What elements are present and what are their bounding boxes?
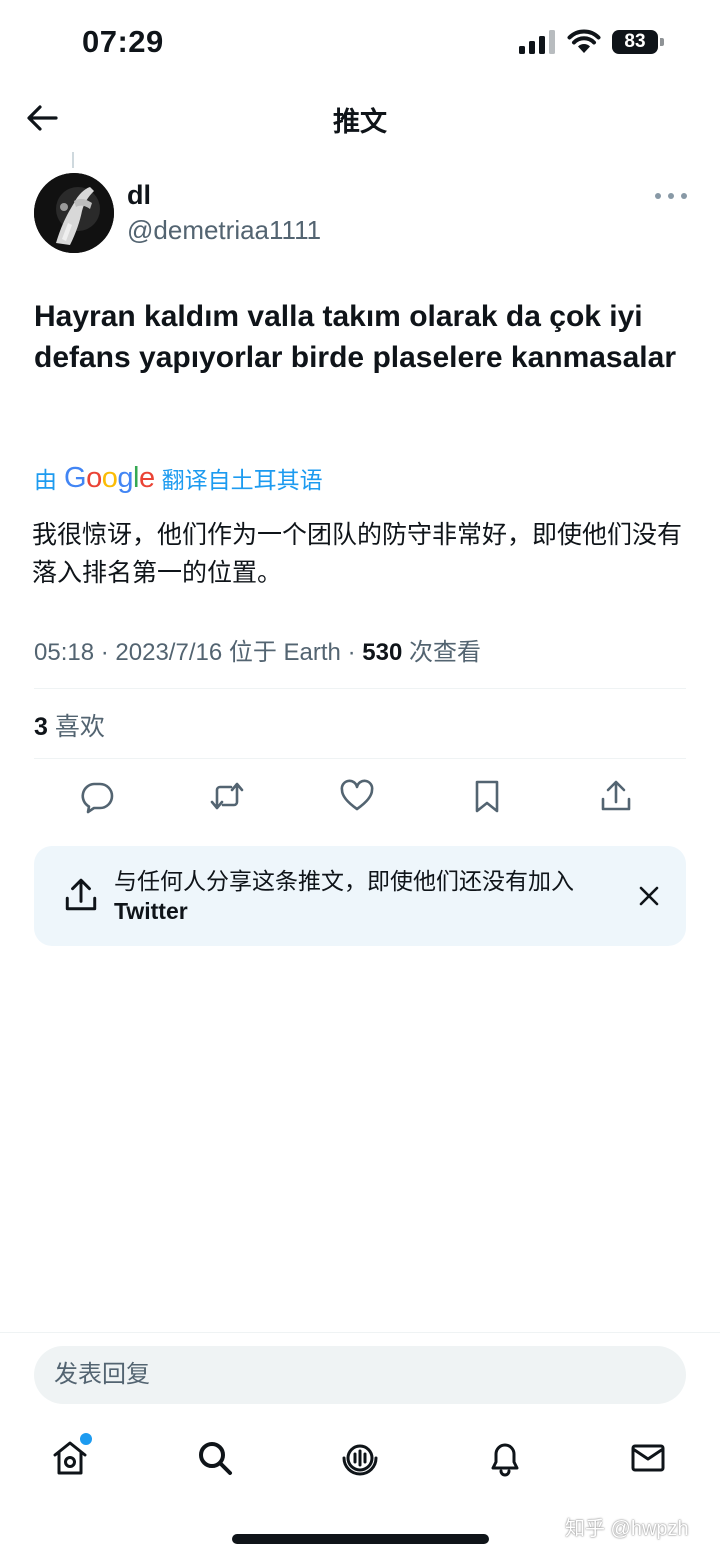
spaces-icon[interactable] [340,1438,384,1482]
status-bar: 07:29 83 [0,0,720,86]
meta-separator: · [347,639,356,666]
battery-level: 83 [624,31,646,52]
translation-attribution[interactable]: 由 Google 翻译自土耳其语 [34,460,323,496]
status-time: 07:29 [82,24,164,59]
tweet-time: 05:18 [34,639,95,666]
google-logo: Google [64,461,155,494]
more-icon[interactable] [655,186,687,206]
share-banner-message: 与任何人分享这条推文，即使他们还没有加入 [114,868,574,894]
tweet-location: Earth [283,639,341,666]
thread-line [72,152,74,168]
like-count: 3 [34,713,48,741]
bookmark-icon[interactable] [469,778,509,818]
share-banner-brand: Twitter [114,898,188,924]
views-label: 次查看 [408,639,481,666]
share-banner-text: 与任何人分享这条推文，即使他们还没有加入 Twitter [114,866,634,926]
likes-stat[interactable]: 3 喜欢 [34,707,105,743]
likes-label: 喜欢 [54,713,105,741]
avatar[interactable] [34,173,114,253]
like-icon[interactable] [339,778,379,818]
share-icon[interactable] [598,778,638,818]
display-name[interactable]: dl [127,180,151,211]
search-icon[interactable] [195,1438,239,1482]
translation-prefix: 由 [34,467,57,493]
battery-icon: 83 [612,30,664,54]
tab-bar [0,1430,720,1490]
tweet-text: Hayran kaldım valla takım olarak da çok … [34,300,676,374]
divider [34,758,686,759]
translated-text: 我很惊讶，他们作为一个团队的防守非常好，即使他们没有落入排名第一的位置。 [32,521,683,587]
reply-input[interactable]: 发表回复 [34,1346,686,1404]
location-prefix: 位于 [228,639,277,666]
messages-icon[interactable] [628,1438,672,1482]
close-icon[interactable] [637,884,661,908]
nav-header: 推文 [0,86,720,150]
reply-icon[interactable] [79,778,119,818]
translation-suffix: 翻译自土耳其语 [161,467,323,493]
wifi-icon [567,28,601,54]
meta-separator: · [100,639,109,666]
tweet-meta: 05:18 · 2023/7/16 位于 Earth · 530 次查看 [34,632,481,667]
composer-divider [0,1332,720,1333]
user-handle[interactable]: @demetriaa1111 [127,215,321,246]
notification-dot [80,1433,92,1445]
tweet-action-bar [34,772,686,822]
signal-icon [519,30,557,54]
watermark: 知乎 @hwpzh [565,1518,689,1540]
view-count: 530 [362,639,403,666]
share-icon [62,876,100,914]
share-banner[interactable]: 与任何人分享这条推文，即使他们还没有加入 Twitter [34,846,686,946]
divider [34,688,686,689]
retweet-icon[interactable] [209,778,249,818]
notifications-icon[interactable] [485,1438,529,1482]
tweet-date: 2023/7/16 [115,639,223,666]
page-title: 推文 [333,107,387,137]
home-indicator[interactable] [232,1534,489,1544]
